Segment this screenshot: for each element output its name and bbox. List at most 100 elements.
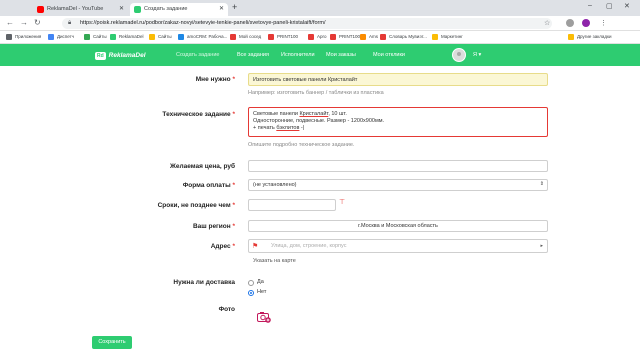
bookmark-item[interactable]: Ams xyxy=(360,33,378,41)
bookmark-label: Словарь Мувиэт... xyxy=(389,34,427,39)
maximize-icon[interactable]: ▢ xyxy=(606,2,613,10)
need-hint: Например: изготовить баннер / таблички и… xyxy=(248,90,384,96)
menu-dots-icon[interactable]: ⋮ xyxy=(600,19,607,27)
browser-tab-youtube[interactable]: ReklamaDel - YouTube ✕ xyxy=(33,3,128,16)
need-label: Мне нужно * xyxy=(195,76,235,83)
show-on-map-link[interactable]: Указать на карте xyxy=(253,258,296,264)
save-button[interactable]: Сохранить xyxy=(92,336,132,349)
bookmark-item[interactable]: PRINT100 xyxy=(268,33,298,41)
nav-my-orders[interactable]: Мои заказы xyxy=(326,52,356,58)
photo-label: Фото xyxy=(218,306,235,313)
bookmark-label: Маркетинг xyxy=(441,34,463,39)
browser-tab-bar: ReklamaDel - YouTube ✕ Создать задание ✕… xyxy=(0,0,640,16)
reload-icon[interactable]: ↻ xyxy=(34,18,41,27)
logo-text: ReklamaDel xyxy=(108,52,146,59)
new-tab-button[interactable]: + xyxy=(232,2,237,12)
minimize-icon[interactable]: – xyxy=(588,2,592,9)
map-pin-icon: ⚑ xyxy=(252,243,259,250)
bookmark-label: Диспетч xyxy=(57,34,75,39)
bookmark-label: PRINT100 xyxy=(339,34,361,39)
nav-my-responses[interactable]: Мои отклики xyxy=(373,52,405,58)
tab-label: ReklamaDel - YouTube xyxy=(47,6,104,12)
bookmark-icon xyxy=(360,34,366,40)
bookmark-item[interactable]: Apro xyxy=(308,33,327,41)
url-text: https://poisk.reklamadel.ru/podbor/zakaz… xyxy=(80,20,326,26)
spec-textarea[interactable]: Световые панели Кристалайт, 10 шт. Однос… xyxy=(248,107,548,137)
bookmark-item[interactable]: Сайты xyxy=(84,33,107,41)
spec-line-1: Световые панели Кристалайт, 10 шт. xyxy=(253,111,347,117)
bookmarks-bar: Приложения Диспетч Сайты ReklamaDel Сайты amo… xyxy=(0,31,640,44)
delivery-label: Нужна ли доставка xyxy=(173,279,235,286)
bookmark-icon xyxy=(432,34,438,40)
bookmark-icon xyxy=(568,34,574,40)
region-select[interactable]: г.Москва и Московская область xyxy=(248,220,548,232)
site-header: Rd ReklamaDel Создать задание Все задани… xyxy=(0,44,640,66)
bookmark-label: Сайты xyxy=(93,34,107,39)
youtube-favicon-icon xyxy=(37,6,44,13)
nav-performers[interactable]: Исполнители xyxy=(281,52,315,58)
need-value: Изготовить световые панели Кристалайт xyxy=(253,77,358,83)
nav-create-task[interactable]: Создать задание xyxy=(176,52,219,58)
address-placeholder: Улица, дом, строение, корпус xyxy=(271,243,347,249)
payment-label: Форма оплаты * xyxy=(182,182,235,189)
add-photo-camera-icon[interactable] xyxy=(257,311,271,323)
profile-icon[interactable] xyxy=(582,19,590,27)
bookmark-item[interactable]: Приложения xyxy=(6,33,41,41)
bookmark-item[interactable]: PRINT100 xyxy=(330,33,360,41)
bookmark-star-icon[interactable]: ☆ xyxy=(544,19,550,27)
url-field[interactable]: 🔒︎ https://poisk.reklamadel.ru/podbor/za… xyxy=(62,18,552,29)
forward-icon[interactable]: → xyxy=(20,18,28,27)
bookmark-icon xyxy=(48,34,54,40)
bookmark-label: Другие закладки xyxy=(577,34,612,39)
bookmark-item[interactable]: amoCRM: Рабоча... xyxy=(178,33,227,41)
need-input[interactable]: Изготовить световые панели Кристалайт xyxy=(248,73,548,86)
browser-tab-create-task[interactable]: Создать задание ✕ xyxy=(130,3,228,16)
bookmark-label: Мой сосед xyxy=(239,34,262,39)
user-menu[interactable]: Я ▾ xyxy=(473,52,481,58)
calendar-icon[interactable]: ⊤ xyxy=(339,198,345,206)
deadline-input[interactable] xyxy=(248,199,336,211)
site-favicon-icon xyxy=(134,6,141,13)
bookmark-item[interactable]: Словарь Мувиэт... xyxy=(380,33,427,41)
bookmark-label: Сайты xyxy=(158,34,172,39)
close-tab-icon[interactable]: ✕ xyxy=(219,3,224,16)
address-bar: ← → ↻ 🔒︎ https://poisk.reklamadel.ru/pod… xyxy=(0,16,640,31)
bookmark-item[interactable]: Мой сосед xyxy=(230,33,261,41)
close-tab-icon[interactable]: ✕ xyxy=(119,3,124,16)
delivery-no-radio[interactable] xyxy=(248,290,254,296)
delivery-yes-radio[interactable] xyxy=(248,280,254,286)
bookmark-icon xyxy=(380,34,386,40)
tab-label: Создать задание xyxy=(144,6,188,12)
payment-select[interactable]: (не установлено) ⇕ xyxy=(248,179,548,191)
bookmark-icon xyxy=(268,34,274,40)
avatar[interactable] xyxy=(452,48,466,62)
bookmark-label: Приложения xyxy=(15,34,42,39)
select-arrows-icon: ⇕ xyxy=(539,181,544,187)
deadline-label: Сроки, не позднее чем * xyxy=(157,202,235,209)
spec-line-3: + печать бэклитов -| xyxy=(253,125,305,132)
bookmark-item[interactable]: Маркетинг xyxy=(432,33,463,41)
bookmark-icon xyxy=(149,34,155,40)
bookmark-item[interactable]: Другие закладки xyxy=(568,33,611,41)
bookmark-item[interactable]: Сайты xyxy=(149,33,172,41)
window-close-icon[interactable]: ✕ xyxy=(624,2,630,10)
bookmark-label: Ams xyxy=(369,34,378,39)
bookmark-item[interactable]: ReklamaDel xyxy=(110,33,144,41)
nav-all-tasks[interactable]: Все задания xyxy=(237,52,269,58)
address-dropdown-icon[interactable]: ▸ xyxy=(540,242,543,251)
bookmark-label: PRINT100 xyxy=(277,34,299,39)
address-input[interactable]: ⚑ Улица, дом, строение, корпус ▸ xyxy=(248,239,548,253)
site-logo[interactable]: Rd ReklamaDel xyxy=(95,50,146,61)
bookmark-icon xyxy=(308,34,314,40)
bookmark-icon xyxy=(230,34,236,40)
extension-icon[interactable] xyxy=(566,19,574,27)
back-icon[interactable]: ← xyxy=(6,18,14,27)
payment-selected-value: (не установлено) xyxy=(253,182,297,188)
delivery-yes-label: Да xyxy=(257,279,264,285)
bookmark-item[interactable]: Диспетч xyxy=(48,33,74,41)
bookmark-icon xyxy=(6,34,12,40)
price-input[interactable] xyxy=(248,160,548,172)
lock-icon: 🔒︎ xyxy=(68,20,72,26)
bookmark-icon xyxy=(84,34,90,40)
region-label: Ваш регион * xyxy=(192,223,235,230)
